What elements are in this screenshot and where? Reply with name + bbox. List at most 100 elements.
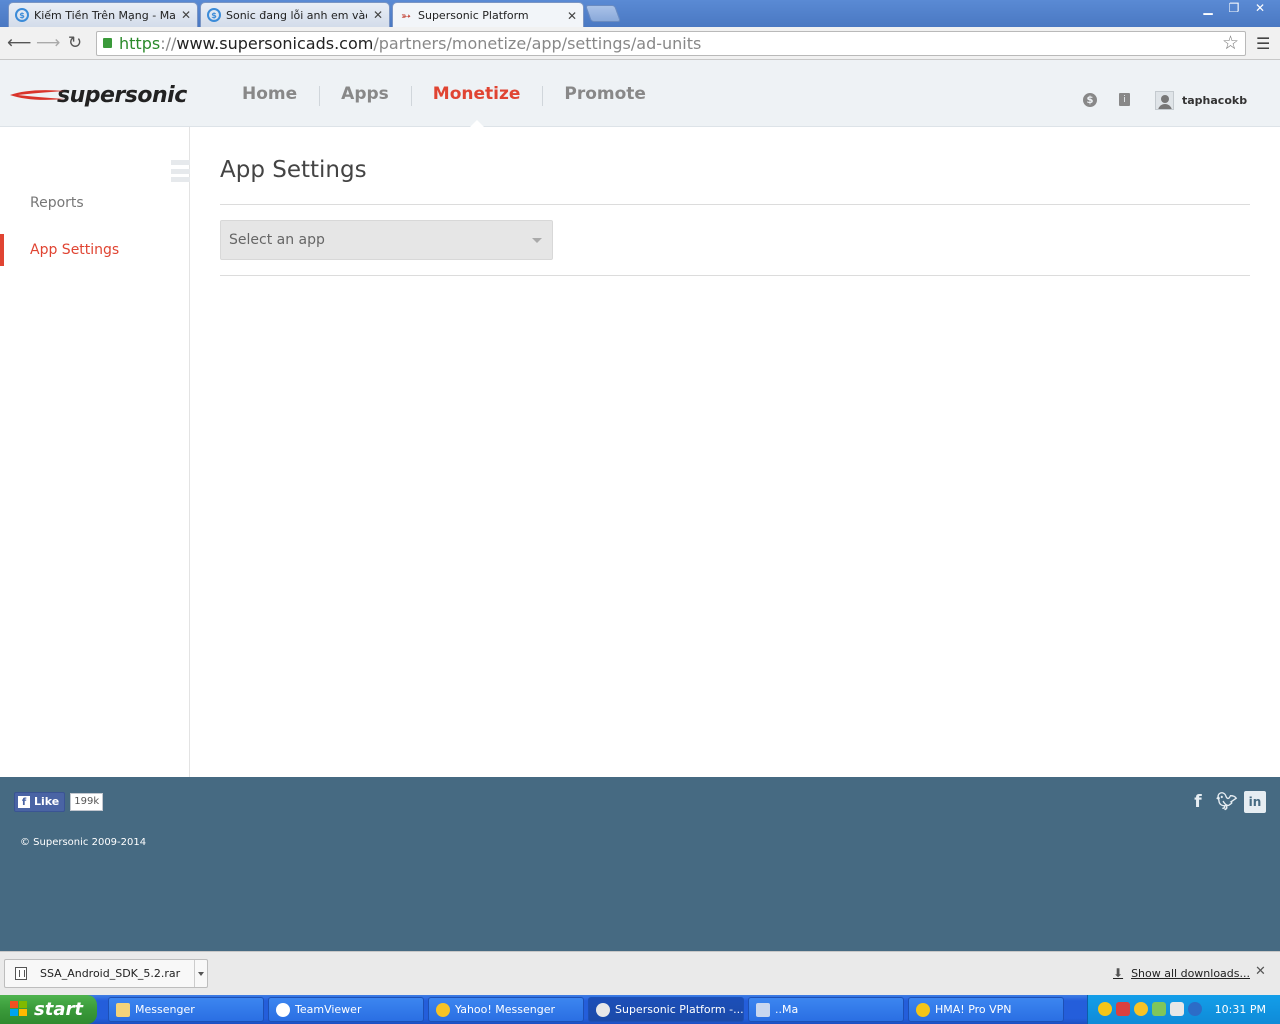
folder-icon — [116, 1003, 130, 1017]
chevron-down-icon[interactable] — [198, 972, 204, 976]
show-all-label: Show all downloads... — [1131, 966, 1250, 980]
facebook-icon: f — [18, 796, 30, 808]
chrome-icon — [596, 1003, 610, 1017]
nav-apps[interactable]: Apps — [319, 60, 411, 127]
sidebar-item-app-settings[interactable]: App Settings — [0, 234, 190, 266]
dollar-icon[interactable]: $ — [1083, 93, 1097, 107]
site-footer: f Like 199k © Supersonic 2009-2014 f 🐦︎ … — [0, 777, 1280, 951]
taskbar-item-label: Messenger — [135, 1003, 195, 1016]
url-scheme: https — [119, 34, 161, 53]
download-arrow-icon: ⬇ — [1113, 966, 1124, 980]
taskbar-item-ma[interactable]: ..Ma — [748, 997, 904, 1022]
supersonic-logo[interactable]: supersonic — [10, 82, 187, 108]
bookmark-star-icon[interactable]: ☆ — [1222, 32, 1239, 54]
lock-icon — [103, 38, 112, 48]
social-links: f 🐦︎ in — [1188, 791, 1266, 813]
show-all-downloads-link[interactable]: ⬇ Show all downloads... — [1113, 966, 1250, 980]
windows-taskbar: start Messenger TeamViewer Yahoo! Messen… — [0, 995, 1280, 1024]
linkedin-icon[interactable]: in — [1244, 791, 1266, 813]
taskbar-item-yahoo-messenger[interactable]: Yahoo! Messenger — [428, 997, 584, 1022]
taskbar-item-label: Supersonic Platform -... — [615, 1003, 744, 1016]
username: taphacokb — [1182, 93, 1248, 107]
chevron-down-icon — [532, 238, 542, 243]
hma-vpn-icon — [916, 1003, 930, 1017]
facebook-icon[interactable]: f — [1188, 791, 1208, 813]
reload-icon[interactable]: ↻ — [65, 33, 85, 53]
main-nav: Home Apps Monetize Promote — [220, 60, 668, 128]
tab-title: Kiếm Tiền Trên Mạng - Make — [34, 8, 175, 22]
supersonic-favicon-icon: ➳ — [400, 8, 412, 23]
copyright: © Supersonic 2009-2014 — [20, 837, 147, 848]
browser-toolbar: ⟵ ⟶ ↻ https://www.supersonicads.com/part… — [0, 27, 1280, 60]
content-divider — [220, 275, 1250, 276]
browser-tab-strip: $ Kiếm Tiền Trên Mạng - Make ✕ $ Sonic đ… — [0, 0, 1280, 28]
new-tab-button[interactable] — [584, 5, 622, 22]
select-app-dropdown[interactable]: Select an app — [220, 220, 553, 260]
teamviewer-icon — [276, 1003, 290, 1017]
user-menu[interactable]: taphacokb — [1155, 90, 1247, 110]
tab-title: Supersonic Platform — [418, 9, 529, 22]
book-icon[interactable]: i — [1119, 93, 1130, 106]
system-tray: 10:31 PM — [1087, 995, 1280, 1024]
site-header: supersonic Home Apps Monetize Promote $ … — [0, 60, 1280, 128]
twitter-icon[interactable]: 🐦︎ — [1216, 791, 1238, 813]
facebook-like-button[interactable]: f Like — [14, 792, 66, 812]
tab-close-icon[interactable]: ✕ — [567, 9, 577, 23]
like-label: Like — [34, 795, 60, 808]
nav-monetize[interactable]: Monetize — [410, 60, 543, 128]
logo-swoosh-icon — [10, 90, 65, 100]
close-window-icon[interactable]: ✕ — [1248, 1, 1272, 17]
page-title: App Settings — [220, 157, 367, 183]
taskbar-item-hma-pro-vpn[interactable]: HMA! Pro VPN — [908, 997, 1064, 1022]
start-button[interactable]: start — [0, 995, 97, 1024]
back-arrow-icon[interactable]: ⟵ — [7, 33, 31, 53]
title-divider — [220, 204, 1250, 205]
tab-close-icon[interactable]: ✕ — [373, 8, 383, 22]
browser-tab-2[interactable]: $ Sonic đang lỗi anh em vào re ✕ — [200, 2, 390, 27]
taskbar-clock: 10:31 PM — [1214, 1003, 1266, 1016]
url-path: /partners/monetize/app/settings/ad-units — [373, 34, 702, 53]
network-tray-icon[interactable] — [1116, 1002, 1130, 1016]
user-avatar-icon — [1155, 90, 1174, 110]
download-item-separator — [194, 960, 195, 987]
taskbar-item-messenger[interactable]: Messenger — [108, 997, 264, 1022]
taskbar-item-label: TeamViewer — [295, 1003, 362, 1016]
browser-tab-3[interactable]: ➳ Supersonic Platform ✕ — [392, 2, 584, 28]
nav-home[interactable]: Home — [220, 60, 319, 127]
taskbar-item-label: HMA! Pro VPN — [935, 1003, 1012, 1016]
start-label: start — [34, 999, 83, 1020]
tab-title: Sonic đang lỗi anh em vào re — [226, 8, 367, 22]
logo-wordmark: supersonic — [57, 82, 187, 108]
url-separator: :// — [160, 34, 177, 53]
tab-favicon-icon: $ — [15, 8, 29, 22]
sidebar-collapse-icon[interactable] — [171, 160, 190, 182]
taskbar-item-label: Yahoo! Messenger — [455, 1003, 556, 1016]
volume-tray-icon[interactable] — [1170, 1002, 1184, 1016]
forward-arrow-icon[interactable]: ⟶ — [36, 33, 60, 53]
taskbar-item-label: ..Ma — [775, 1003, 799, 1016]
minimize-icon[interactable]: ▁ — [1196, 1, 1220, 17]
teamviewer-tray-icon[interactable] — [1188, 1002, 1202, 1016]
window-controls: ▁ ❐ ✕ — [1196, 1, 1272, 17]
select-app-placeholder: Select an app — [229, 232, 325, 248]
restore-icon[interactable]: ❐ — [1222, 1, 1246, 17]
yahoo-smiley-icon — [436, 1003, 450, 1017]
tab-close-icon[interactable]: ✕ — [181, 8, 191, 22]
close-icon[interactable]: ✕ — [1255, 964, 1266, 979]
nav-promote[interactable]: Promote — [542, 60, 668, 127]
download-item[interactable]: SSA_Android_SDK_5.2.rar — [4, 959, 208, 988]
yahoo-tray-icon[interactable] — [1134, 1002, 1148, 1016]
archive-file-icon — [15, 967, 27, 980]
chrome-menu-icon[interactable]: ☰ — [1256, 34, 1270, 53]
facebook-like-widget: f Like 199k — [14, 792, 104, 812]
taskbar-item-teamviewer[interactable]: TeamViewer — [268, 997, 424, 1022]
taskbar-item-supersonic-platform[interactable]: Supersonic Platform -... — [588, 997, 744, 1022]
sidebar: Reports App Settings — [0, 127, 190, 777]
sidebar-item-reports[interactable]: Reports — [0, 187, 190, 219]
browser-tab-1[interactable]: $ Kiếm Tiền Trên Mạng - Make ✕ — [8, 2, 198, 27]
app-icon — [756, 1003, 770, 1017]
url-host: www.supersonicads.com — [176, 34, 374, 53]
address-bar[interactable]: https://www.supersonicads.com/partners/m… — [96, 31, 1246, 56]
app-tray-icon[interactable] — [1152, 1002, 1166, 1016]
hma-tray-icon[interactable] — [1098, 1002, 1112, 1016]
